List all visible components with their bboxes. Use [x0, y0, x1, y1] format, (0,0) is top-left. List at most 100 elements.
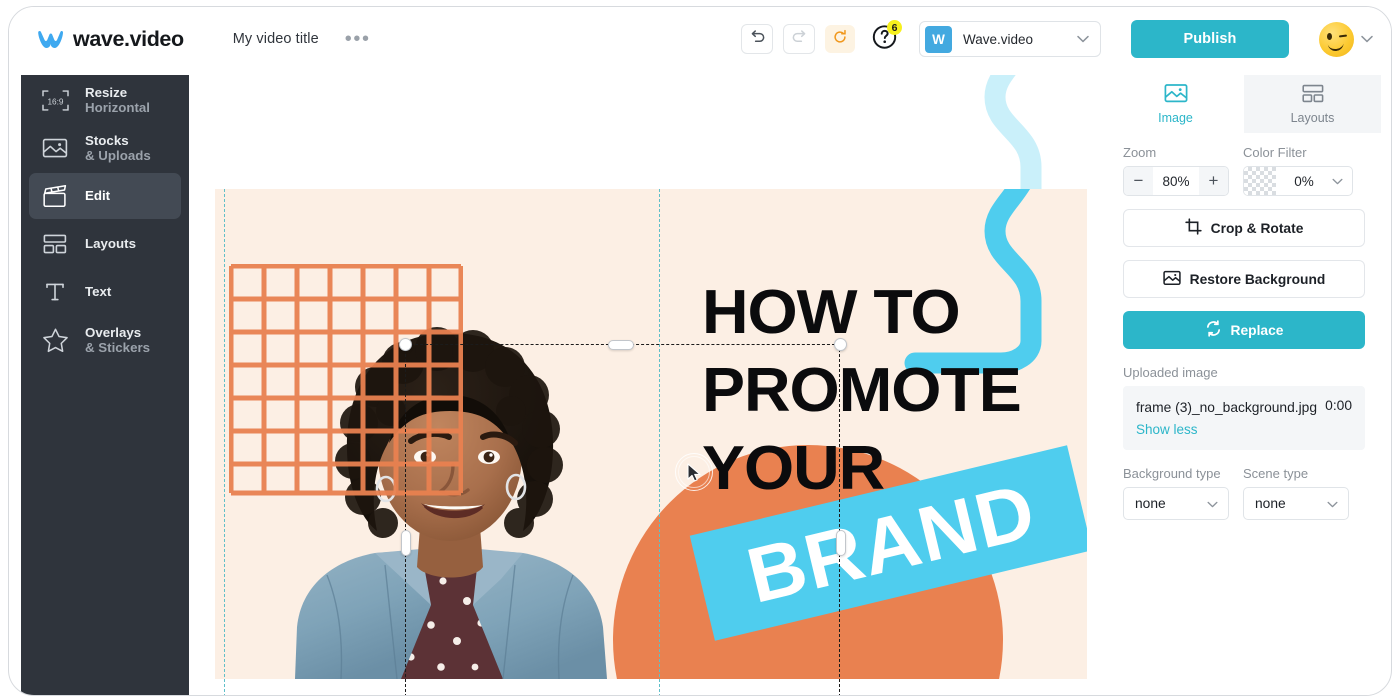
refresh-button[interactable]: [825, 25, 855, 53]
color-filter-group: Color Filter 0%: [1243, 145, 1353, 196]
video-canvas[interactable]: HOW TO PROMOTE YOUR BRAND: [215, 189, 1087, 679]
wave-logo-icon: [37, 30, 64, 49]
brand-logo[interactable]: wave.video: [37, 27, 184, 52]
app-window: wave.video My video title ••• 6 W Wave.v…: [8, 6, 1392, 696]
sidebar-item-label: Overlays: [85, 324, 142, 340]
document-menu-button[interactable]: •••: [345, 29, 371, 49]
headline-line-2: PROMOTE: [702, 356, 1022, 425]
top-bar: wave.video My video title ••• 6 W Wave.v…: [9, 7, 1391, 71]
chevron-down-icon: [1077, 30, 1089, 48]
alignment-guide-right: [659, 189, 660, 695]
crop-icon: [1184, 218, 1202, 238]
zoom-value[interactable]: 80%: [1153, 173, 1199, 189]
zoom-decrease-button[interactable]: −: [1124, 167, 1153, 195]
headline-line-3: YOUR: [702, 434, 885, 503]
layouts-icon: [40, 230, 70, 258]
canvas-overflow-art: [215, 75, 1087, 189]
sidebar-item-layouts[interactable]: Layouts: [29, 221, 181, 267]
tab-layouts[interactable]: Layouts: [1244, 75, 1381, 133]
sidebar-item-label: Layouts: [85, 236, 136, 252]
right-panel: Image Layouts Zoom − 80% + Color Filter …: [1107, 75, 1381, 695]
star-icon: [40, 326, 70, 354]
sidebar-item-sublabel: Horizontal: [85, 100, 151, 115]
replace-button[interactable]: Replace: [1123, 311, 1365, 349]
account-menu[interactable]: [1319, 21, 1373, 57]
canvas-stage[interactable]: HOW TO PROMOTE YOUR BRAND: [189, 75, 1107, 695]
mouse-cursor: [675, 453, 713, 491]
uploaded-image-label: Uploaded image: [1123, 365, 1218, 380]
left-sidebar: 16:9 Resize Horizontal Stocks & Uploads: [21, 75, 189, 695]
background-type-select[interactable]: none: [1123, 487, 1229, 520]
zoom-label: Zoom: [1123, 145, 1157, 160]
color-filter-value: 0%: [1294, 173, 1314, 189]
sidebar-item-overlays[interactable]: Overlays & Stickers: [29, 317, 181, 363]
replace-icon: [1205, 320, 1222, 340]
redo-icon: [791, 28, 808, 50]
help-badge-count: 6: [887, 20, 902, 35]
crop-rotate-label: Crop & Rotate: [1210, 220, 1304, 236]
crop-rotate-button[interactable]: Crop & Rotate: [1123, 209, 1365, 247]
scene-type-group: Scene type none: [1243, 466, 1349, 520]
scene-type-select[interactable]: none: [1243, 487, 1349, 520]
aspect-ratio-icon: 16:9: [40, 86, 70, 114]
workspace-name: Wave.video: [963, 31, 1034, 47]
sidebar-item-text[interactable]: Text: [29, 269, 181, 315]
restore-background-button[interactable]: Restore Background: [1123, 260, 1365, 298]
workspace-selector[interactable]: W Wave.video: [919, 21, 1101, 57]
layouts-icon: [1301, 83, 1325, 107]
redo-button[interactable]: [783, 24, 815, 54]
panel-body: Zoom − 80% + Color Filter 0% Crop & Rota…: [1107, 133, 1381, 520]
image-icon: [1162, 270, 1181, 289]
tab-image-label: Image: [1158, 111, 1193, 125]
replace-label: Replace: [1230, 322, 1284, 338]
sidebar-item-label: Text: [85, 284, 112, 300]
sidebar-item-resize[interactable]: 16:9 Resize Horizontal: [29, 77, 181, 123]
brand-wordmark: wave.video: [73, 26, 184, 51]
avatar: [1319, 21, 1354, 57]
sidebar-item-label: Stocks: [85, 132, 129, 148]
color-filter-label: Color Filter: [1243, 145, 1307, 160]
scene-type-value: none: [1255, 496, 1286, 511]
top-toolbar: 6 W Wave.video Publish: [741, 20, 1373, 58]
tab-layouts-label: Layouts: [1290, 111, 1335, 125]
uploaded-file-duration: 0:00: [1325, 398, 1352, 413]
sidebar-item-sublabel: & Uploads: [85, 148, 151, 163]
undo-icon: [749, 28, 766, 50]
zoom-increase-button[interactable]: +: [1199, 167, 1228, 195]
publish-button[interactable]: Publish: [1131, 20, 1289, 58]
color-filter-select[interactable]: 0%: [1243, 166, 1353, 196]
image-icon: [1164, 83, 1188, 107]
chevron-down-icon: [1361, 30, 1373, 48]
headline-line-1: HOW TO: [702, 278, 961, 347]
orange-grid-decoration: [229, 264, 463, 496]
restore-background-label: Restore Background: [1189, 271, 1326, 287]
alignment-guide-left: [224, 189, 225, 695]
refresh-icon: [832, 29, 848, 50]
sidebar-item-label: Edit: [85, 188, 111, 204]
zoom-control-group: Zoom − 80% +: [1123, 145, 1229, 196]
document-title[interactable]: My video title: [233, 31, 319, 47]
chevron-down-icon: [1207, 495, 1218, 513]
chevron-down-icon: [1332, 172, 1343, 190]
show-less-link[interactable]: Show less: [1136, 422, 1352, 437]
clapperboard-icon: [40, 182, 70, 210]
sidebar-item-sublabel: & Stickers: [85, 340, 151, 355]
scene-type-label: Scene type: [1243, 466, 1309, 481]
background-type-group: Background type none: [1123, 466, 1229, 520]
help-button[interactable]: 6: [867, 20, 902, 56]
sidebar-item-edit[interactable]: Edit: [29, 173, 181, 219]
zoom-stepper: − 80% +: [1123, 166, 1229, 196]
type-selectors-row: Background type none Scene type none: [1123, 466, 1365, 520]
text-icon: [40, 278, 70, 306]
sidebar-item-stocks[interactable]: Stocks & Uploads: [29, 125, 181, 171]
sidebar-item-label: Resize: [85, 84, 128, 100]
uploaded-file-name: frame (3)_no_background.jpg: [1136, 400, 1318, 415]
transparency-swatch: [1244, 167, 1276, 195]
undo-button[interactable]: [741, 24, 773, 54]
zoom-and-filter-row: Zoom − 80% + Color Filter 0%: [1123, 145, 1365, 196]
uploaded-image-card[interactable]: frame (3)_no_background.jpg 0:00 Show le…: [1123, 386, 1365, 450]
chevron-down-icon: [1327, 495, 1338, 513]
workspace-avatar: W: [925, 25, 952, 53]
tab-image[interactable]: Image: [1107, 75, 1244, 133]
svg-text:16:9: 16:9: [47, 97, 63, 106]
